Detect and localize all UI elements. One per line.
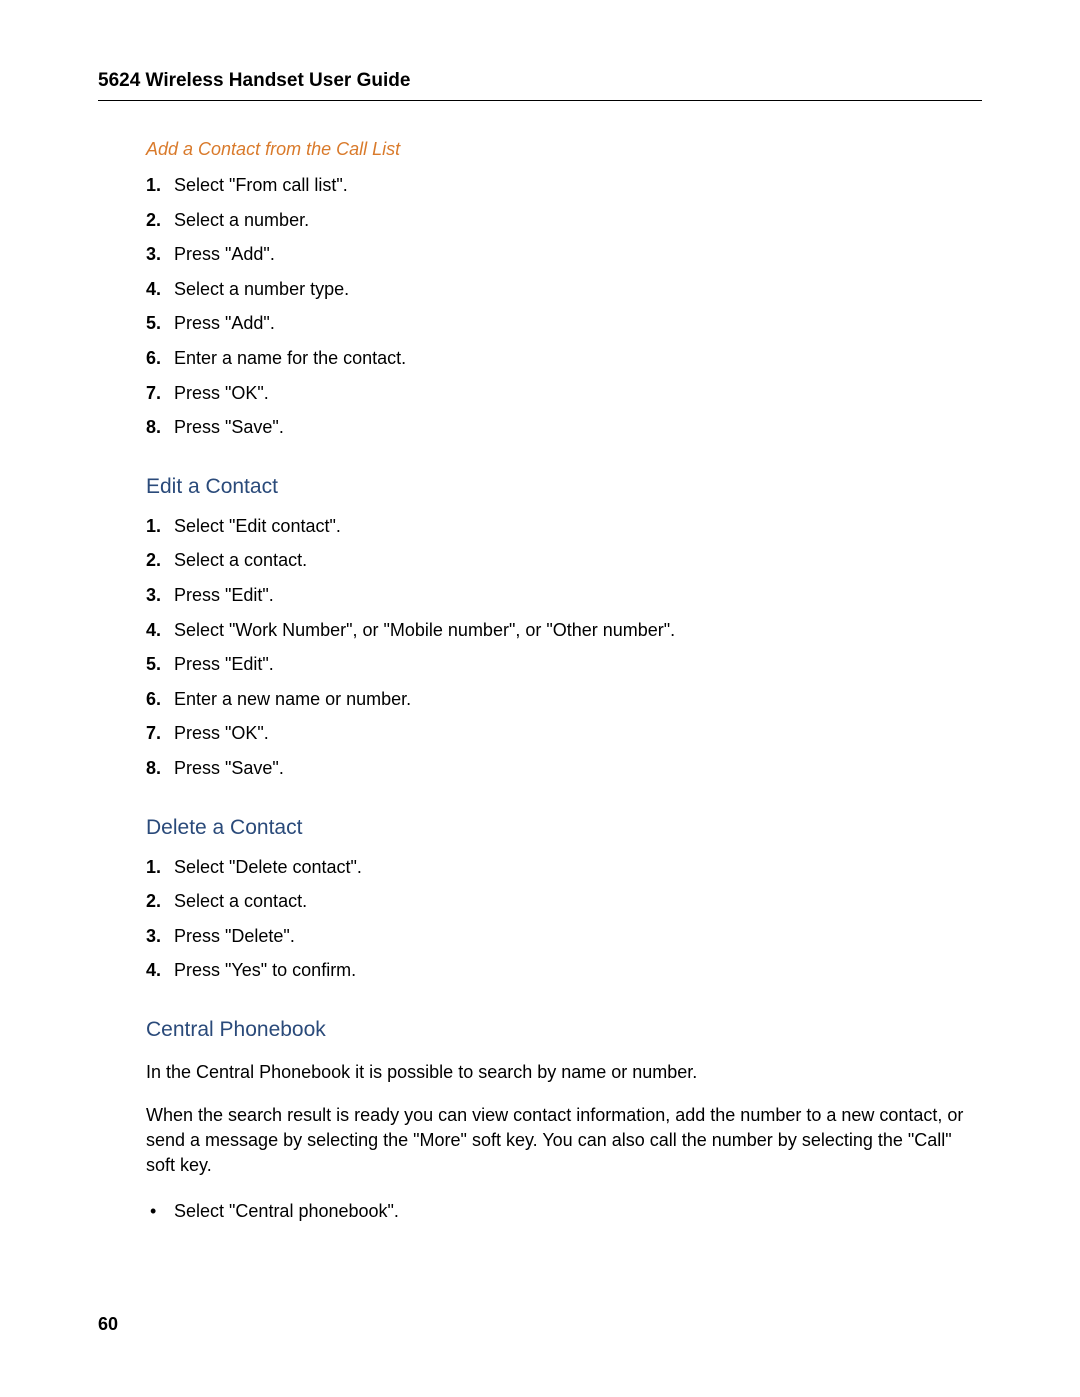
step-text: Enter a new name or number.: [174, 684, 411, 715]
list-item: 2.Select a contact.: [146, 543, 982, 578]
bullet-icon: •: [146, 1197, 174, 1226]
list-number: 7.: [146, 718, 174, 749]
list-item: 5.Press "Add".: [146, 306, 982, 341]
list-number: 6.: [146, 684, 174, 715]
document-header: 5624 Wireless Handset User Guide: [98, 70, 982, 101]
list-number: 3.: [146, 239, 174, 270]
step-text: Select "Delete contact".: [174, 852, 362, 883]
list-number: 2.: [146, 886, 174, 917]
list-item: 1.Select "Delete contact".: [146, 850, 982, 885]
step-text: Press "Yes" to confirm.: [174, 955, 356, 986]
delete-contact-steps: 1.Select "Delete contact". 2.Select a co…: [146, 850, 982, 988]
step-text: Select "Edit contact".: [174, 511, 341, 542]
list-number: 4.: [146, 615, 174, 646]
list-number: 8.: [146, 412, 174, 443]
section-heading-delete-contact: Delete a Contact: [146, 816, 982, 840]
list-number: 1.: [146, 852, 174, 883]
list-number: 1.: [146, 170, 174, 201]
step-text: Press "Edit".: [174, 580, 274, 611]
list-number: 1.: [146, 511, 174, 542]
step-text: Select a number type.: [174, 274, 349, 305]
step-text: Select a number.: [174, 205, 309, 236]
list-item: 7.Press "OK".: [146, 716, 982, 751]
step-text: Press "OK".: [174, 378, 269, 409]
list-item: 4.Select "Work Number", or "Mobile numbe…: [146, 613, 982, 648]
page-number: 60: [98, 1314, 118, 1335]
step-text: Press "Add".: [174, 308, 275, 339]
list-item: 3.Press "Delete".: [146, 919, 982, 954]
list-item: 1.Select "Edit contact".: [146, 509, 982, 544]
section-heading-add-contact: Add a Contact from the Call List: [146, 139, 982, 160]
paragraph-text: In the Central Phonebook it is possible …: [146, 1060, 982, 1085]
list-number: 5.: [146, 308, 174, 339]
list-item: 6.Enter a new name or number.: [146, 682, 982, 717]
step-text: Press "Save".: [174, 412, 284, 443]
paragraph-text: When the search result is ready you can …: [146, 1103, 982, 1179]
list-number: 5.: [146, 649, 174, 680]
step-text: Press "Add".: [174, 239, 275, 270]
list-number: 8.: [146, 753, 174, 784]
list-item: 8.Press "Save".: [146, 751, 982, 786]
step-text: Press "Edit".: [174, 649, 274, 680]
list-item: 7.Press "OK".: [146, 376, 982, 411]
step-text: Select "From call list".: [174, 170, 348, 201]
list-item: 6.Enter a name for the contact.: [146, 341, 982, 376]
step-text: Select a contact.: [174, 545, 307, 576]
list-number: 7.: [146, 378, 174, 409]
section-heading-edit-contact: Edit a Contact: [146, 475, 982, 499]
step-text: Select "Work Number", or "Mobile number"…: [174, 615, 675, 646]
central-phonebook-bullets: •Select "Central phonebook".: [146, 1197, 982, 1226]
edit-contact-steps: 1.Select "Edit contact". 2.Select a cont…: [146, 509, 982, 786]
list-number: 2.: [146, 205, 174, 236]
section-heading-central-phonebook: Central Phonebook: [146, 1018, 982, 1042]
list-number: 6.: [146, 343, 174, 374]
bullet-text: Select "Central phonebook".: [174, 1197, 399, 1226]
step-text: Press "OK".: [174, 718, 269, 749]
step-text: Press "Delete".: [174, 921, 295, 952]
step-text: Select a contact.: [174, 886, 307, 917]
list-item: •Select "Central phonebook".: [146, 1197, 982, 1226]
list-number: 4.: [146, 274, 174, 305]
list-number: 2.: [146, 545, 174, 576]
list-number: 3.: [146, 921, 174, 952]
list-item: 4.Select a number type.: [146, 272, 982, 307]
step-text: Enter a name for the contact.: [174, 343, 406, 374]
list-item: 3.Press "Edit".: [146, 578, 982, 613]
list-item: 1.Select "From call list".: [146, 168, 982, 203]
list-item: 4.Press "Yes" to confirm.: [146, 953, 982, 988]
list-item: 5.Press "Edit".: [146, 647, 982, 682]
add-contact-steps: 1.Select "From call list". 2.Select a nu…: [146, 168, 982, 445]
list-item: 8.Press "Save".: [146, 410, 982, 445]
list-number: 3.: [146, 580, 174, 611]
step-text: Press "Save".: [174, 753, 284, 784]
list-item: 2.Select a number.: [146, 203, 982, 238]
list-item: 2.Select a contact.: [146, 884, 982, 919]
list-number: 4.: [146, 955, 174, 986]
list-item: 3.Press "Add".: [146, 237, 982, 272]
